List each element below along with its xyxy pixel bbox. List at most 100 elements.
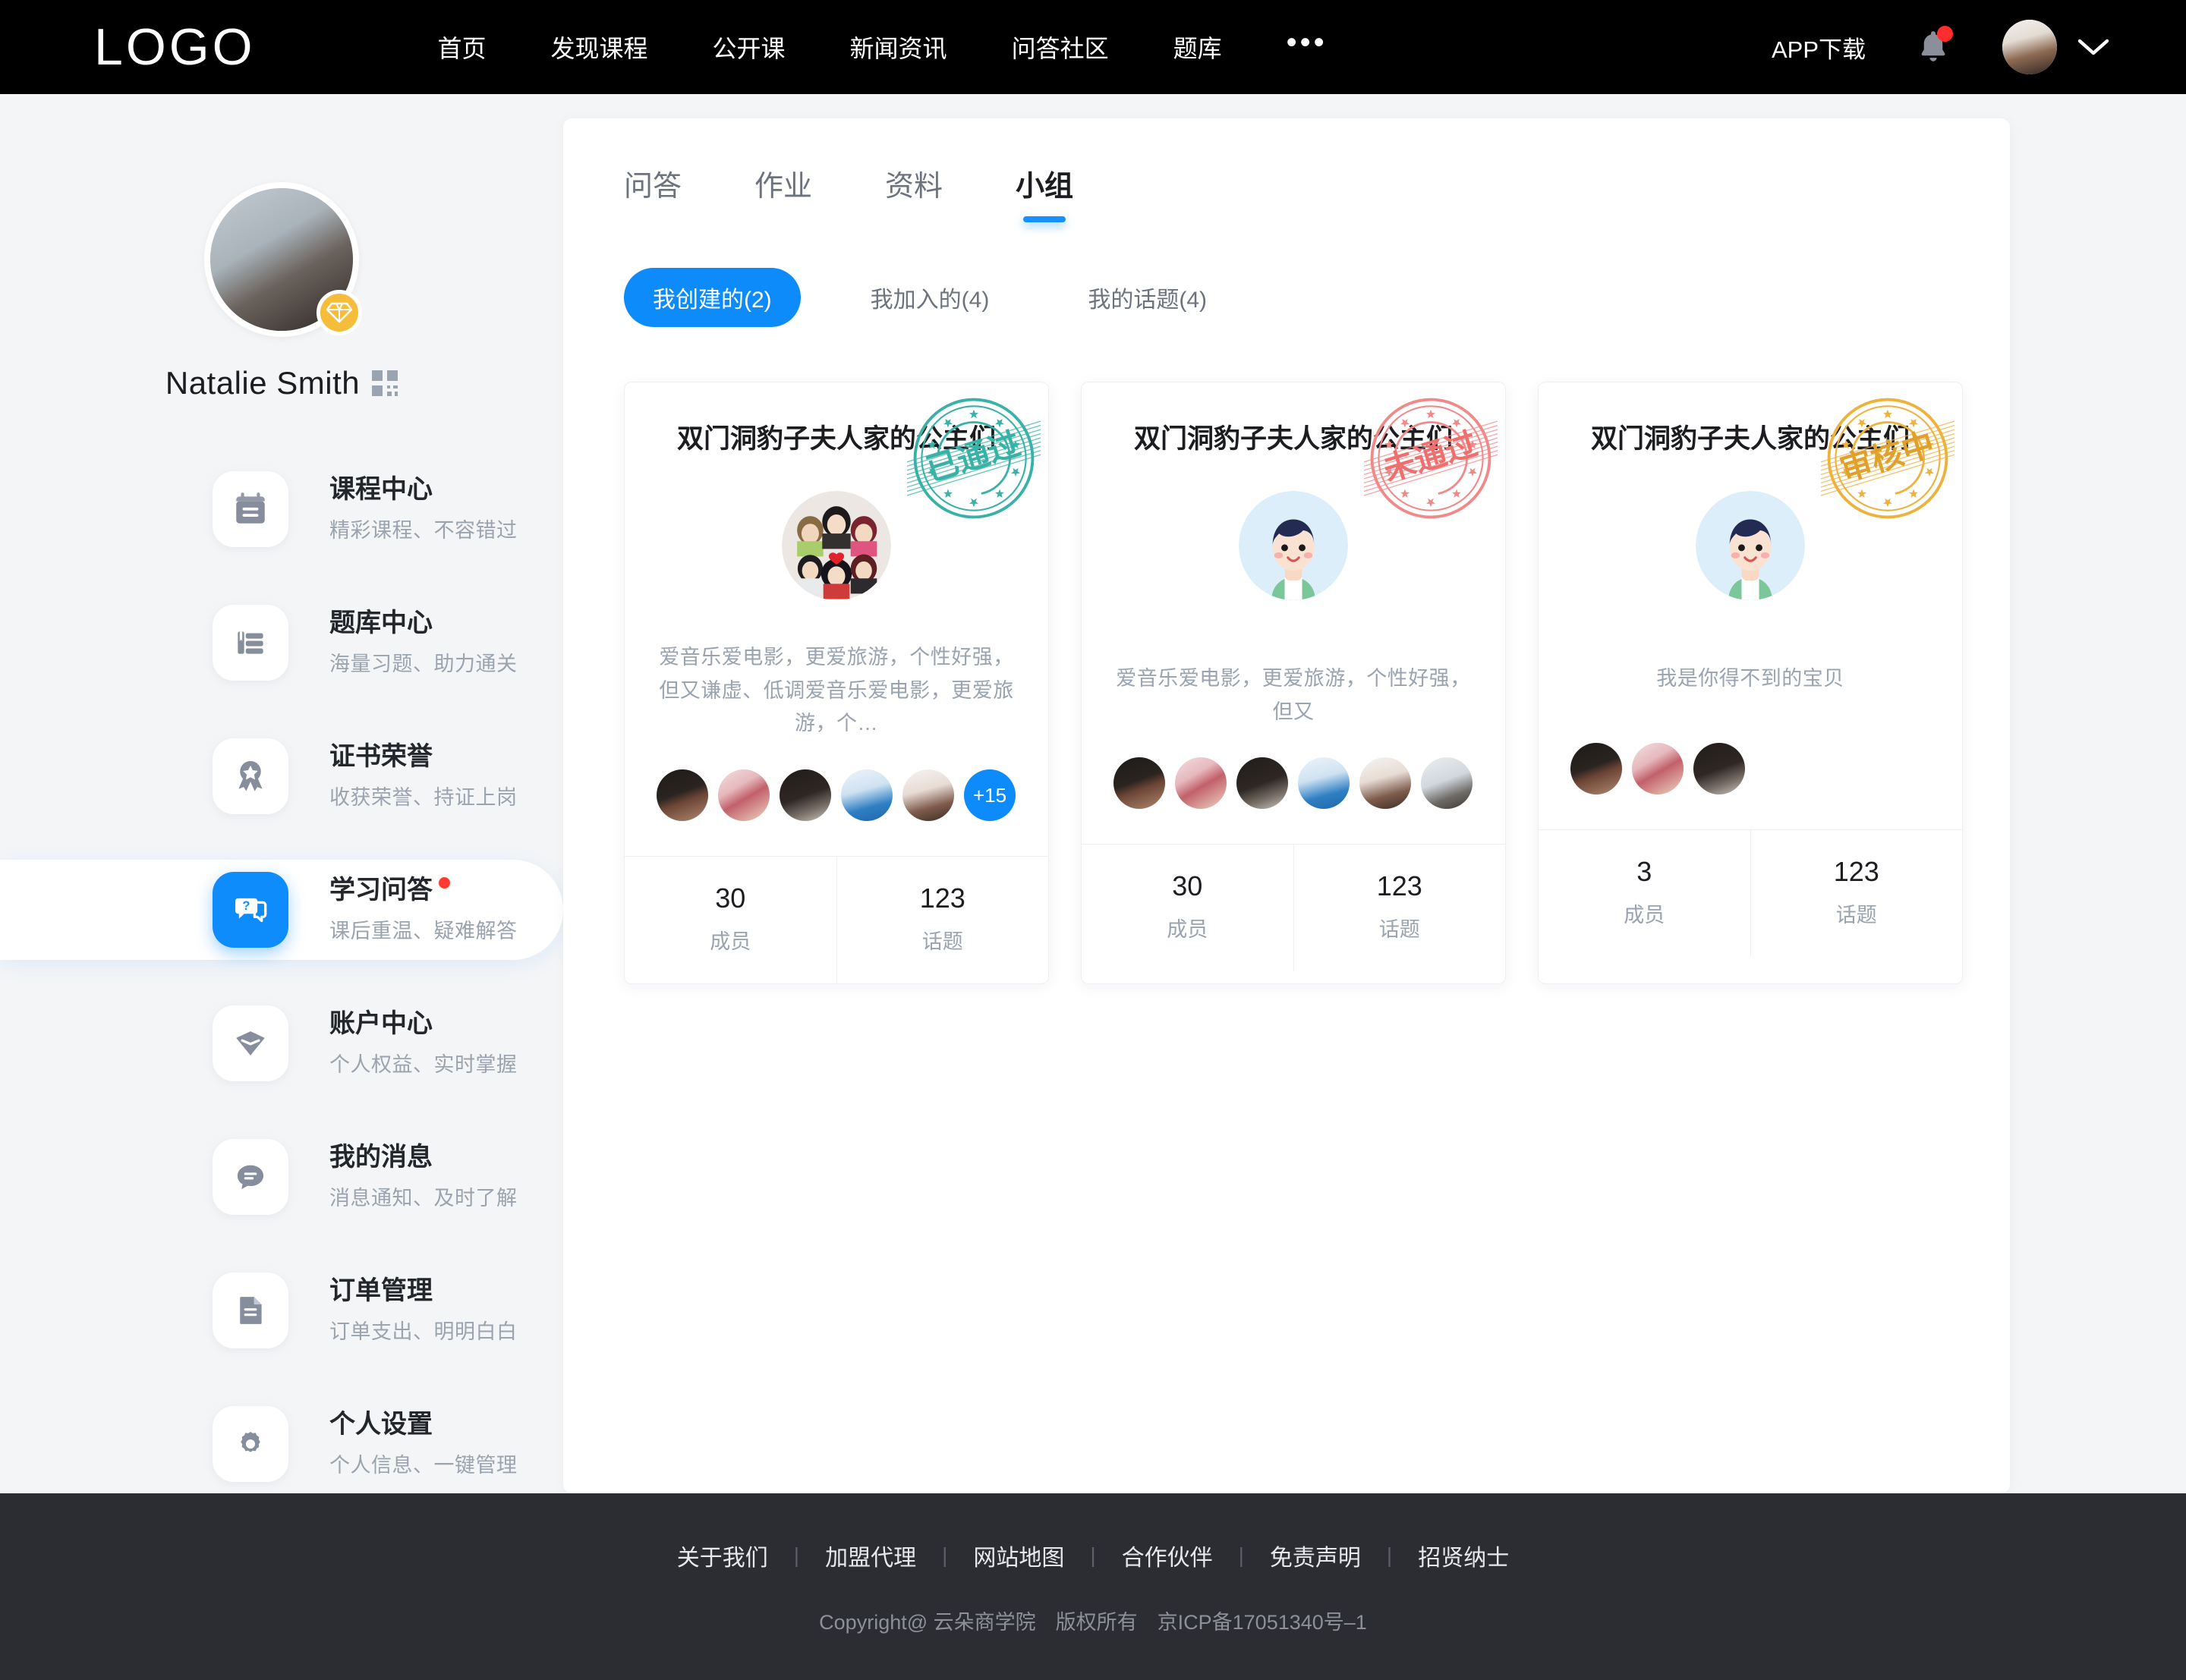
group-card[interactable]: 双门洞豹子夫人家的公主们 (1538, 382, 1963, 985)
sidebar-item-question-bank[interactable]: 题库中心 海量习题、助力通关 (0, 593, 563, 693)
group-member-avatars (1113, 757, 1473, 844)
member-avatar[interactable] (1359, 757, 1411, 810)
sidebar-item-subtitle: 海量习题、助力通关 (329, 653, 518, 676)
tab-qa[interactable]: 问答 (624, 162, 682, 222)
avatar-photo (2002, 20, 2057, 74)
member-avatar[interactable] (1298, 757, 1350, 810)
boy-cartoon-avatar-art (1239, 491, 1348, 600)
avatar[interactable] (2002, 20, 2057, 74)
sidebar-item-text: 题库中心 海量习题、助力通关 (329, 609, 518, 677)
profile-avatar-wrap[interactable] (204, 182, 362, 337)
notifications-button[interactable] (1916, 26, 1953, 67)
member-avatar[interactable] (1113, 757, 1165, 810)
member-avatar[interactable] (1632, 743, 1684, 794)
member-avatar[interactable] (1175, 757, 1227, 810)
footer-icp-link[interactable]: 京ICP备17051340号–1 (1158, 1606, 1367, 1635)
vip-badge (317, 290, 362, 335)
group-card-title: 双门洞豹子夫人家的公主们 (1590, 424, 1910, 454)
stat-topics: 123 话题 (1293, 845, 1506, 972)
group-collage-avatar (782, 491, 891, 600)
nav-item-news[interactable]: 新闻资讯 (850, 30, 947, 64)
site-logo[interactable]: LOGO (94, 17, 256, 77)
tab-homework[interactable]: 作业 (754, 162, 812, 222)
sidebar-item-subtitle: 订单支出、明明白白 (329, 1320, 518, 1344)
nav-item-courses[interactable]: 发现课程 (551, 30, 648, 64)
member-avatar[interactable] (718, 769, 770, 822)
stat-topics: 123 话题 (836, 857, 1049, 984)
stat-members: 30 成员 (1082, 845, 1293, 971)
sidebar-item-title: 题库中心 (329, 609, 518, 638)
profile-name: Natalie Smith (165, 365, 361, 401)
app-download-link[interactable]: APP下载 (1772, 30, 1866, 64)
footer-link-sitemap[interactable]: 网站地图 (947, 1539, 1090, 1572)
member-avatar[interactable] (902, 769, 954, 822)
member-avatar[interactable] (1421, 757, 1473, 810)
calendar-icon (236, 492, 265, 524)
group-card-body: 双门洞豹子夫人家的公主们 (625, 382, 1048, 856)
sidebar-item-title-label: 个人设置 (329, 1409, 433, 1439)
pill-my-topics[interactable]: 我的话题(4) (1059, 268, 1236, 327)
group-card-stats: 30 成员 123 话题 (625, 856, 1049, 984)
group-card[interactable]: 双门洞豹子夫人家的公主们 (1081, 382, 1506, 985)
stat-label: 话题 (1378, 918, 1420, 942)
member-avatar[interactable] (657, 769, 708, 822)
tab-materials[interactable]: 资料 (885, 162, 943, 222)
member-overflow-count[interactable]: +15 (964, 769, 1016, 822)
sidebar-item-text: 订单管理 订单支出、明明白白 (329, 1276, 518, 1345)
member-avatar[interactable] (1693, 743, 1745, 794)
footer-link-franchise[interactable]: 加盟代理 (799, 1539, 942, 1572)
sidebar-item-subtitle: 个人权益、实时掌握 (329, 1053, 518, 1077)
group-card-title: 双门洞豹子夫人家的公主们 (1133, 424, 1453, 454)
chevron-down-icon[interactable] (2077, 36, 2110, 58)
sidebar-item-personal-settings[interactable]: 个人设置 个人信息、一键管理 (0, 1394, 563, 1494)
footer-copyright-text: Copyright@ 云朵商学院 (819, 1610, 1036, 1634)
boy-cartoon-avatar (1696, 491, 1805, 600)
sidebar-item-title-label: 账户中心 (329, 1008, 433, 1038)
stat-label: 话题 (921, 930, 963, 954)
stat-members: 3 成员 (1539, 830, 1750, 957)
footer-link-about[interactable]: 关于我们 (651, 1539, 794, 1572)
member-avatar[interactable] (841, 769, 893, 822)
pill-created-by-me[interactable]: 我创建的(2) (624, 268, 801, 327)
nav-item-community[interactable]: 问答社区 (1012, 30, 1109, 64)
header-actions: APP下载 (1772, 0, 2110, 94)
svg-text:?: ? (242, 899, 250, 913)
pill-joined-by-me[interactable]: 我加入的(4) (842, 268, 1019, 327)
footer-divider: | (1386, 1543, 1393, 1567)
sidebar-item-certificates[interactable]: 证书荣誉 收获荣誉、持证上岗 (0, 726, 563, 826)
status-stamp-approved: 已通过 (907, 398, 1041, 519)
sidebar-item-course-center[interactable]: 课程中心 精彩课程、不容错过 (0, 459, 563, 559)
footer-link-disclaimer[interactable]: 免责声明 (1244, 1539, 1387, 1572)
tab-groups[interactable]: 小组 (1016, 162, 1073, 222)
sidebar-menu: 课程中心 精彩课程、不容错过 题库中心 海量习题、助力通关 证书荣誉 收获荣誉、… (0, 459, 563, 1494)
sidebar-item-text: 课程中心 精彩课程、不容错过 (329, 475, 518, 543)
sidebar-item-text: 学习问答 课后重温、疑难解答 (329, 876, 518, 944)
diamond-icon-box (213, 1005, 288, 1081)
sidebar-item-title-label: 学习问答 (329, 875, 433, 904)
member-avatar[interactable] (1236, 757, 1288, 810)
member-avatar[interactable] (1570, 743, 1622, 794)
diamond-icon (326, 302, 352, 323)
sidebar-item-text: 证书荣誉 收获荣誉、持证上岗 (329, 742, 518, 810)
group-collage-avatar-art (782, 491, 891, 600)
more-horizontal-icon[interactable]: ••• (1287, 27, 1328, 58)
footer-link-partners[interactable]: 合作伙伴 (1096, 1539, 1239, 1572)
sidebar-item-title: 证书荣誉 (329, 742, 518, 772)
sidebar-item-title-label: 课程中心 (329, 474, 433, 504)
nav-item-openclass[interactable]: 公开课 (713, 30, 786, 64)
book-list-icon (238, 631, 263, 654)
stat-value: 30 (715, 882, 746, 914)
nav-item-home[interactable]: 首页 (438, 30, 487, 64)
group-card[interactable]: 双门洞豹子夫人家的公主们 (624, 382, 1049, 985)
nav-item-qbank[interactable]: 题库 (1173, 30, 1222, 64)
member-avatar[interactable] (780, 769, 831, 822)
sidebar-item-order-management[interactable]: 订单管理 订单支出、明明白白 (0, 1260, 563, 1361)
qrcode-icon[interactable] (372, 370, 398, 396)
sidebar-item-my-messages[interactable]: 我的消息 消息通知、及时了解 (0, 1127, 563, 1227)
page-footer: 关于我们 | 加盟代理 | 网站地图 | 合作伙伴 | 免责声明 | 招贤纳士 … (0, 1493, 2186, 1680)
sidebar-item-account-center[interactable]: 账户中心 个人权益、实时掌握 (0, 993, 563, 1093)
main-panel: 问答 作业 资料 小组 我创建的(2) 我加入的(4) 我的话题(4) 双门洞豹… (563, 118, 2010, 1493)
footer-link-careers[interactable]: 招贤纳士 (1392, 1539, 1535, 1572)
qa-chat-icon: ? (235, 898, 267, 923)
sidebar-item-learning-qa[interactable]: ? 学习问答 课后重温、疑难解答 (0, 860, 563, 960)
